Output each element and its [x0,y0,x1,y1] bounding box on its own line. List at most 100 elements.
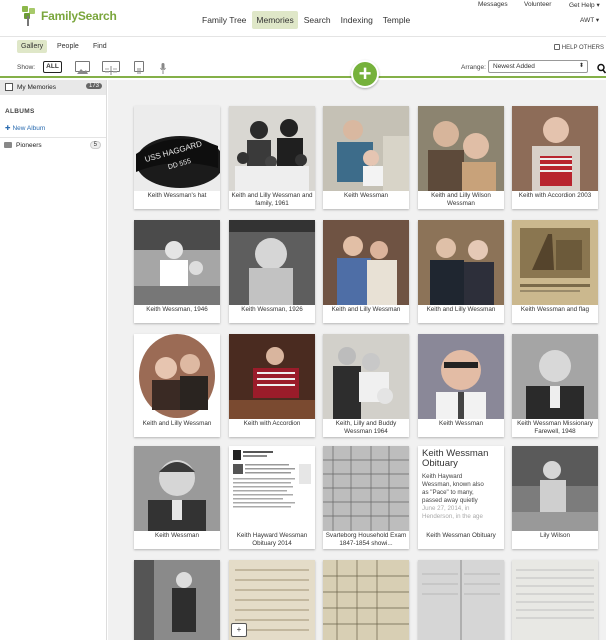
memory-caption: Keith with Accordion [243,420,301,427]
obituary-line: as "Pace" to many, [422,489,474,496]
help-others-label: HELP OTHERS [561,45,604,51]
volunteer-link[interactable]: Volunteer [524,1,551,8]
obituary-line: Henderson, in the age [422,513,483,520]
memory-photo [418,334,504,419]
obituary-line: June 27, 2014, in [422,505,470,512]
memory-card[interactable]: Keith and Lilly Wilson Wessman [418,106,504,209]
photo-filter-icon[interactable] [75,61,90,74]
tag-person-icon[interactable]: + [231,623,247,637]
memory-photo [512,220,598,305]
nav-family-tree[interactable]: Family Tree [198,11,250,29]
memory-caption: Keith and Lilly Wessman [426,306,496,313]
memory-photo [229,106,315,191]
arrange-value: Newest Added [493,63,535,70]
add-memory-button[interactable]: + [351,60,379,88]
tab-people[interactable]: People [53,40,83,53]
tab-find[interactable]: Find [89,40,111,53]
memory-card[interactable] [323,560,409,640]
memory-caption: Keith Hayward Wessman Obituary 2014 [236,532,308,547]
memories-gallery: USS HAGGARD DD 555 Keith Wessman's hat K… [108,80,606,640]
new-album-icon: ✚ [5,125,11,132]
my-memories-item[interactable]: My Memories 173 [0,80,106,95]
sidebar-divider [0,137,106,138]
memory-card[interactable]: Keith Wessman Obituary Keith Hayward Wes… [418,446,504,549]
memory-card[interactable]: Lily Wilson [512,446,598,549]
memory-card[interactable]: Keith Wessman Missionary Farewell, 1948 [512,334,598,437]
help-others-link[interactable]: HELP OTHERS [553,44,604,51]
memory-card[interactable]: Keith Wessman, 1926 [229,220,315,323]
memory-caption: Svarteborg Household Exam 1847-1854 show… [325,532,407,547]
memory-card[interactable]: Keith Wessman [323,106,409,209]
album-item-pioneers[interactable]: Pioneers 5 [0,140,106,152]
memory-photo [323,220,409,305]
memory-caption: Keith Wessman, 1926 [241,306,303,313]
memory-card[interactable]: Keith and Lilly Wessman [134,334,220,437]
albums-heading: ALBUMS [5,108,35,115]
filter-toolbar: Show: ALL Arrange: Newest Added ⬍ [0,58,606,78]
top-header: FamilySearch Messages Volunteer Get Help… [0,0,606,36]
familysearch-logo[interactable]: FamilySearch [22,6,117,26]
search-icon[interactable] [597,61,606,74]
tree-logo-icon [22,6,38,26]
memory-photo [512,560,598,640]
document-filter-icon[interactable] [134,61,144,74]
memory-photo [229,220,315,305]
nav-indexing[interactable]: Indexing [337,11,377,29]
memory-card[interactable]: Keith and Lilly Wessman and family, 1961 [229,106,315,209]
obituary-excerpt: Keith Hayward Wessman, known also as "Pa… [422,473,502,521]
nav-memories[interactable]: Memories [252,11,298,29]
memory-card[interactable]: Keith Hayward Wessman Obituary 2014 [229,446,315,549]
obituary-title: Keith Wessman Obituary [422,448,489,469]
memory-caption: Keith Wessman Obituary [426,532,496,539]
memory-card[interactable]: Keith Wessman [134,446,220,549]
memory-card[interactable]: Keith and Lilly Wessman [323,220,409,323]
my-memories-count: 173 [85,83,102,89]
logo-text: FamilySearch [41,9,117,23]
memories-icon [5,83,13,91]
new-album-label: New Album [12,125,46,132]
select-caret-icon: ⬍ [578,63,584,69]
memories-subnav: Gallery People Find HELP OTHERS [0,36,606,58]
memory-photo [512,446,598,531]
memory-card[interactable] [418,560,504,640]
memory-photo [323,560,409,640]
main-nav: Family Tree Memories Search Indexing Tem… [198,11,416,29]
memory-caption: Keith Wessman [344,192,388,199]
tab-gallery[interactable]: Gallery [17,40,48,53]
memory-card[interactable]: Keith Wessman and flag [512,220,598,323]
memory-caption: Keith Wessman and flag [520,306,590,313]
memory-card[interactable] [512,560,598,640]
memory-caption: Keith Wessman, 1946 [146,306,208,313]
memory-card[interactable]: Keith and Lilly Wessman [418,220,504,323]
memory-card[interactable]: Keith with Accordion 2003 [512,106,598,209]
memory-card[interactable]: Keith Wessman [418,334,504,437]
memory-caption: Keith Wessman [155,532,199,539]
memory-card[interactable]: Keith, Lilly and Buddy Wessman 1964 [323,334,409,437]
obituary-line: Wessman, known also [422,481,484,488]
folder-icon [4,142,12,148]
memory-card[interactable]: Keith with Accordion [229,334,315,437]
memory-caption: Keith and Lilly Wessman [142,420,212,427]
audio-filter-icon[interactable] [160,61,166,74]
new-album-link[interactable]: ✚ New Album [5,124,45,132]
memory-photo [323,106,409,191]
memory-card[interactable]: Svarteborg Household Exam 1847-1854 show… [323,446,409,549]
messages-link[interactable]: Messages [478,1,508,8]
sidebar: My Memories 173 ALBUMS ✚ New Album Pionee… [0,80,107,640]
arrange-select[interactable]: Newest Added ⬍ [488,60,588,73]
memory-caption: Keith Wessman's hat [147,192,207,199]
memory-caption: Keith with Accordion 2003 [518,192,592,199]
get-help-menu[interactable]: Get Help ▾ [569,1,600,9]
memory-photo: USS HAGGARD DD 555 [134,106,220,191]
story-filter-icon[interactable] [102,61,120,75]
filter-all-button[interactable]: ALL [43,61,62,73]
memory-photo [418,220,504,305]
nav-temple[interactable]: Temple [379,11,414,29]
memory-card[interactable] [134,560,220,640]
nav-search[interactable]: Search [300,11,335,29]
memory-photo [418,560,504,640]
user-menu[interactable]: AWT ▾ [580,16,599,24]
memory-photo [418,106,504,191]
memory-card[interactable]: USS HAGGARD DD 555 Keith Wessman's hat [134,106,220,209]
memory-card[interactable]: Keith Wessman, 1946 [134,220,220,323]
